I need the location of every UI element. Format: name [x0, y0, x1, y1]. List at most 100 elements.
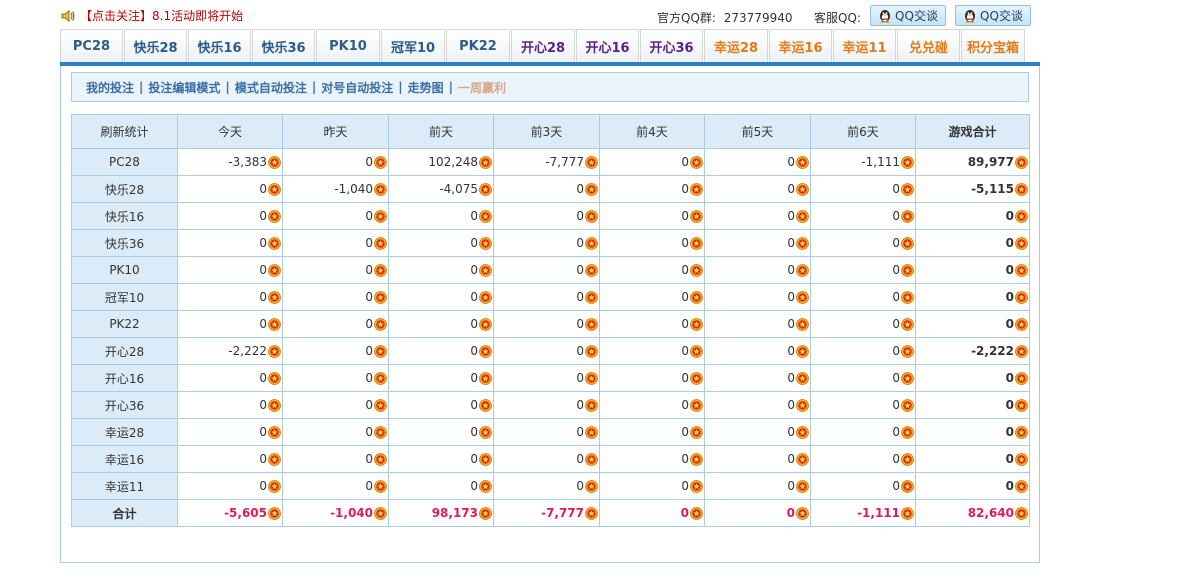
value-number: 0 [787, 479, 795, 493]
value-number: 0 [681, 425, 689, 439]
value-cell: 0 [493, 256, 600, 284]
value-cell-content: 0 [600, 236, 704, 250]
value-cell-content: 0 [178, 317, 282, 331]
table-row: 快乐36 0 0 0 0 0 0 0 0 [71, 229, 1030, 257]
value-cell: 0 [810, 256, 916, 284]
value-cell: -1,111 [810, 499, 916, 527]
tab-0[interactable]: PC28 [60, 29, 123, 62]
value-cell-content: 0 [494, 344, 599, 358]
table-row: PK10 0 0 0 0 0 0 0 0 [71, 256, 1030, 284]
notice-text[interactable]: 8.1活动即将开始 [152, 7, 243, 24]
value-cell-content: 0 [494, 290, 599, 304]
qq-chat-label[interactable]: QQ交谈 [895, 7, 938, 24]
value-number: 0 [892, 236, 900, 250]
coin-icon [901, 317, 914, 331]
value-number: 0 [786, 506, 795, 520]
value-number: 0 [365, 209, 373, 223]
tab-5[interactable]: 冠军10 [381, 29, 445, 62]
row-game-name: 幸运11 [71, 472, 178, 500]
coin-icon [796, 452, 809, 466]
value-cell: 0 [810, 175, 916, 203]
tab-1[interactable]: 快乐28 [124, 29, 187, 62]
value-cell: 0 [388, 391, 494, 419]
coin-icon [268, 479, 281, 493]
value-cell: 0 [177, 418, 283, 446]
tab-14[interactable]: 积分宝箱 [961, 29, 1025, 62]
value-cell-content: 0 [811, 317, 915, 331]
coin-icon [1015, 371, 1028, 385]
value-cell-content: -1,040 [283, 506, 388, 520]
coin-icon [585, 236, 598, 250]
value-cell: -2,222 [915, 337, 1030, 365]
value-number: 0 [892, 398, 900, 412]
coin-icon [690, 317, 703, 331]
row-game-name: 幸运28 [71, 418, 178, 446]
qq-chat-label[interactable]: QQ交谈 [980, 7, 1023, 24]
value-cell: 0 [810, 337, 916, 365]
subnav-item-2[interactable]: 模式自动投注 [235, 79, 307, 96]
value-number: 0 [681, 155, 689, 169]
subnav-item-1[interactable]: 投注编辑模式 [148, 79, 220, 96]
coin-icon [1015, 263, 1028, 277]
value-cell: 0 [810, 310, 916, 338]
value-cell-content: 0 [283, 290, 388, 304]
tab-2[interactable]: 快乐16 [188, 29, 251, 62]
value-cell-content: 0 [389, 290, 493, 304]
tab-7[interactable]: 开心28 [511, 29, 575, 62]
value-number: 0 [470, 290, 478, 304]
value-number: -4,075 [439, 182, 478, 196]
value-cell-content: 0 [600, 182, 704, 196]
value-cell-content: -2,222 [178, 344, 282, 358]
coin-icon [796, 182, 809, 196]
value-number: 0 [787, 290, 795, 304]
subnav-separator: | [448, 80, 454, 94]
sum-row: 合计 -5,605 -1,040 98,173 -7,777 0 0 -1,111 82,640 [71, 499, 1030, 527]
value-cell-content: 0 [916, 209, 1029, 223]
value-number: 0 [892, 344, 900, 358]
value-cell-content: 0 [916, 290, 1029, 304]
value-cell-content: 0 [916, 263, 1029, 277]
value-number: 0 [787, 155, 795, 169]
table-row: 冠军10 0 0 0 0 0 0 0 0 [71, 283, 1030, 311]
coin-icon [479, 479, 492, 493]
value-cell: 0 [493, 472, 600, 500]
column-header[interactable]: 刷新统计 [71, 114, 178, 149]
tab-11[interactable]: 幸运16 [769, 29, 832, 62]
tab-8[interactable]: 开心16 [576, 29, 639, 62]
value-number: 0 [576, 371, 584, 385]
subnav-item-0[interactable]: 我的投注 [86, 79, 134, 96]
value-cell: 0 [388, 364, 494, 392]
value-cell-content: 0 [600, 263, 704, 277]
value-number: 0 [576, 344, 584, 358]
subnav-item-4[interactable]: 走势图 [408, 79, 444, 96]
subnav-item-5[interactable]: 一周赢利 [458, 79, 506, 96]
value-number: 0 [787, 452, 795, 466]
value-number: 0 [576, 290, 584, 304]
value-cell: 0 [493, 283, 600, 311]
notice-bracket[interactable]: 【点击关注】 [80, 7, 152, 24]
tab-4[interactable]: PK10 [316, 29, 380, 62]
value-number: 0 [365, 155, 373, 169]
tab-13[interactable]: 兑兑碰 [897, 29, 960, 62]
value-cell-content: 102,248 [389, 155, 493, 169]
value-cell-content: 0 [705, 182, 810, 196]
notice-link[interactable]: 【点击关注】 8.1活动即将开始 [60, 7, 243, 24]
value-number: 0 [892, 209, 900, 223]
tab-10[interactable]: 幸运28 [704, 29, 768, 62]
table-row: 开心28 -2,222 0 0 0 0 0 0 -2,222 [71, 337, 1030, 365]
value-number: 0 [681, 236, 689, 250]
subnav-item-3[interactable]: 对号自动投注 [321, 79, 393, 96]
row-game-name: 快乐36 [71, 229, 178, 257]
value-number: 0 [470, 371, 478, 385]
value-cell-content: 0 [389, 317, 493, 331]
qq-chat-button-1[interactable]: QQ交谈 [870, 5, 946, 26]
value-cell-content: -1,111 [811, 506, 915, 520]
tab-3[interactable]: 快乐36 [252, 29, 315, 62]
qq-chat-button-2[interactable]: QQ交谈 [955, 5, 1031, 26]
value-number: 89,977 [967, 155, 1014, 169]
value-cell: 0 [493, 229, 600, 257]
tab-9[interactable]: 开心36 [640, 29, 703, 62]
tab-6[interactable]: PK22 [446, 29, 510, 62]
tab-12[interactable]: 幸运11 [833, 29, 896, 62]
coin-icon [901, 290, 914, 304]
